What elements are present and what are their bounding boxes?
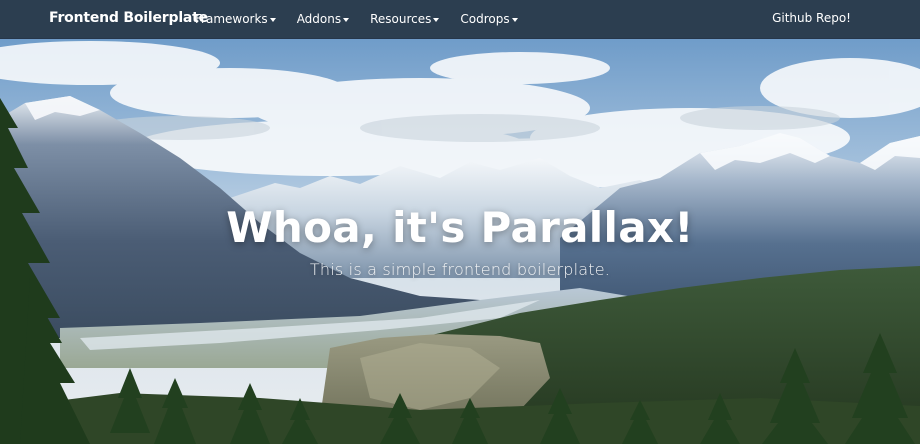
nav-item-label: Codrops xyxy=(460,12,510,26)
nav-item-codrops[interactable]: Codrops xyxy=(460,12,518,26)
nav-item-frameworks[interactable]: Frameworks xyxy=(195,12,276,26)
hero-subtitle: This is a simple frontend boilerplate. xyxy=(309,260,611,279)
nav-item-label: Resources xyxy=(370,12,432,26)
caret-down-icon xyxy=(511,17,518,22)
hero-title: Whoa, it's Parallax! xyxy=(226,203,694,252)
brand-link[interactable]: Frontend Boilerplate xyxy=(49,0,208,38)
top-navbar: Frontend Boilerplate Frameworks Addons R… xyxy=(0,0,920,39)
caret-down-icon xyxy=(343,17,350,22)
nav-item-label: Addons xyxy=(296,12,342,26)
caret-down-icon xyxy=(269,17,276,22)
parallax-hero: Whoa, it's Parallax! This is a simple fr… xyxy=(0,38,920,444)
nav-menu: Frameworks Addons Resources Codrops xyxy=(195,0,539,38)
github-repo-link[interactable]: Github Repo! xyxy=(772,0,851,38)
nav-item-addons[interactable]: Addons xyxy=(296,12,350,26)
caret-down-icon xyxy=(433,17,440,22)
nav-item-resources[interactable]: Resources xyxy=(370,12,440,26)
nav-item-label: Frameworks xyxy=(195,12,268,26)
